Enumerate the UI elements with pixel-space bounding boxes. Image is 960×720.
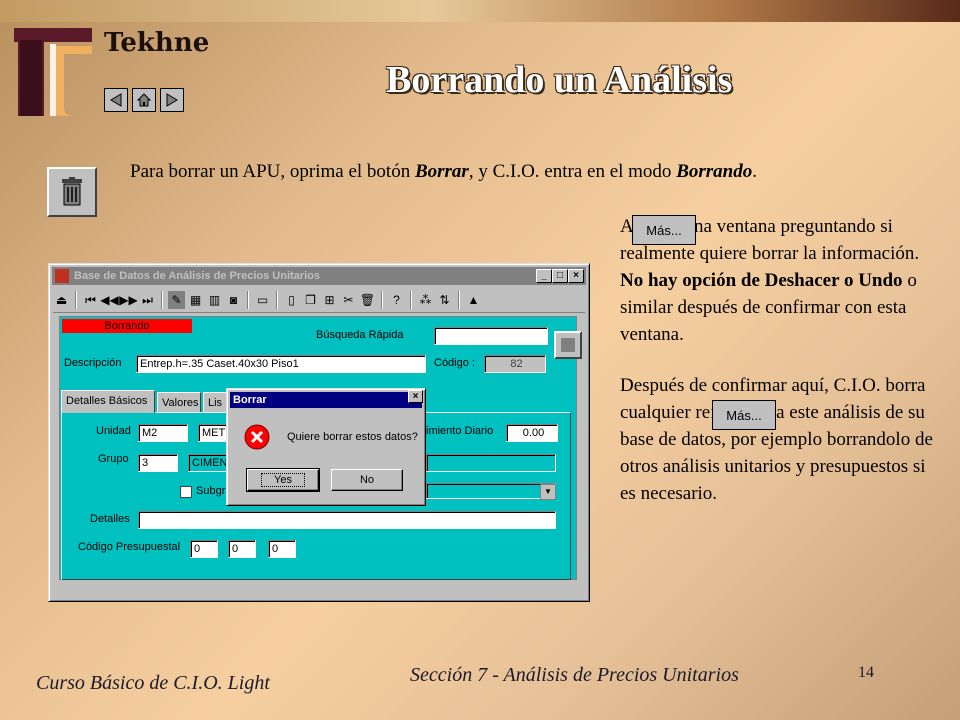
mas-button-2[interactable]: Más... [712,400,776,430]
nav-buttons [104,88,184,112]
next-record-icon[interactable]: ▶▶ [119,291,137,309]
subgrupo-label: Subgr [196,485,226,497]
edit-icon[interactable]: ✎ [168,291,185,309]
dialog-title[interactable]: Borrar [230,392,422,408]
app-icon [55,269,69,283]
descripcion-label: Descripción [64,357,122,369]
first-record-icon[interactable]: ⏮ [82,291,99,309]
table-icon[interactable]: ▦ [187,291,204,309]
page-number: 14 [858,664,874,681]
paragraph-2: Después de confirmar aquí, C.I.O. borra … [620,375,933,504]
card-icon[interactable]: ▭ [254,291,271,309]
codigo-presupuestal-3[interactable]: 0 [268,540,296,558]
descripcion-input[interactable]: Entrep.h=.35 Caset.40x30 Piso1 [136,355,426,373]
codigo-presupuestal-label: Código Presupuestal [78,541,181,553]
top-gradient-bar [0,0,960,22]
unidad-desc-field: METI [198,424,228,442]
yes-button-label: Yes [261,473,305,487]
no-button[interactable]: No [331,469,403,491]
move-icon[interactable]: ⊞ [321,291,338,309]
trash-icon[interactable]: 🗑 [359,291,376,309]
back-icon[interactable] [104,88,128,112]
footer-section: Sección 7 - Análisis de Precios Unitario… [410,664,739,686]
rendimiento-input[interactable]: 0.00 [506,424,558,442]
codigo-field: 82 [484,355,546,373]
tree-icon[interactable]: ⁂ [417,291,434,309]
footer-course: Curso Básico de C.I.O. Light [36,672,270,694]
mode-banner: Borrando [62,319,192,333]
trash-icon [62,177,82,206]
error-icon [244,424,270,450]
cut-icon[interactable]: ✂ [340,291,357,309]
codigo-presupuestal-1[interactable]: 0 [190,540,218,558]
new-icon[interactable]: ▯ [283,291,300,309]
mas-button-1[interactable]: Más... [632,215,696,245]
chart-icon[interactable]: ▥ [206,291,223,309]
right-column-text: A una ventana preguntando si realmente q… [620,213,940,507]
rendimiento-label: imiento Diario [426,425,494,437]
window-title: Base de Datos de Análisis de Precios Uni… [74,270,320,282]
close-button[interactable]: × [568,269,584,283]
busqueda-label: Búsqueda Rápida [316,329,404,341]
tab-detalles-basicos[interactable]: Detalles Básicos [61,390,155,413]
camera-icon[interactable]: ◙ [225,291,242,309]
codigo-presupuestal-2[interactable]: 0 [228,540,256,558]
trash-button[interactable] [47,167,97,217]
tab-valores[interactable]: Valores [157,392,201,412]
detalles-label: Detalles [90,513,130,525]
unidad-label: Unidad [96,425,131,437]
forward-icon[interactable] [160,88,184,112]
grupo-label: Grupo [98,453,129,465]
search-go-button[interactable] [554,331,582,359]
last-record-icon[interactable]: ⏭ [139,291,156,309]
intro-text: Para borrar un APU, oprima el botón Borr… [130,161,757,182]
tekhne-logo [14,28,92,116]
subgrupo-combo[interactable] [426,483,556,499]
busqueda-input[interactable] [434,327,548,345]
grupo-input[interactable]: 3 [138,454,178,472]
detalles-input[interactable] [138,511,556,529]
maximize-button[interactable]: □ [552,269,568,283]
subgrupo-checkbox[interactable] [180,486,192,498]
help-icon[interactable]: ? [388,291,405,309]
window-titlebar[interactable]: Base de Datos de Análisis de Precios Uni… [52,267,586,285]
toolbar: ⏏ ⏮ ◀◀ ▶▶ ⏭ ✎ ▦ ▥ ◙ ▭ ▯ ❐ ⊞ ✂ 🗑 ? ⁂ ⇅ ▲ [53,288,585,313]
exit-icon[interactable]: ⏏ [53,291,70,309]
home-icon[interactable] [132,88,156,112]
dialog-message: Quiere borrar estos datos? [287,431,418,443]
page-title: Borrando un Análisis [386,59,733,101]
previous-record-icon[interactable]: ◀◀ [100,291,118,309]
grupo-desc-field: CIMEN [188,454,228,472]
chevron-down-icon[interactable]: ▼ [540,484,556,500]
yes-button[interactable]: Yes [246,468,320,492]
dialog-close-button[interactable]: × [408,390,423,403]
copy-icon[interactable]: ❐ [302,291,319,309]
minimize-button[interactable]: _ [536,269,552,283]
brand-name: Tekhne [104,28,210,58]
unidad-input[interactable]: M2 [138,424,188,442]
grupo-desc-field-right [426,454,556,472]
codigo-label: Código : [434,357,475,369]
sort-icon[interactable]: ⇅ [436,291,453,309]
borrar-dialog: Borrar × Quiere borrar estos datos? Yes … [226,388,426,506]
graduation-cap-icon[interactable]: ▲ [465,291,482,309]
